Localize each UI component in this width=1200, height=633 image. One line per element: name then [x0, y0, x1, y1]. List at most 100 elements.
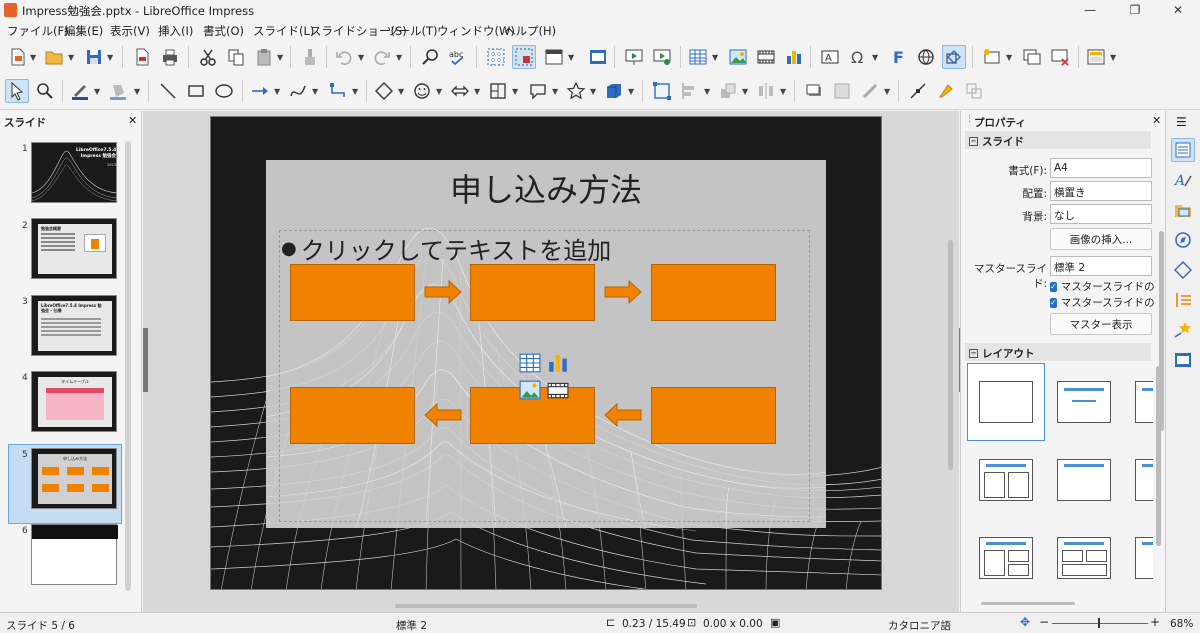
zoom-pan-icon[interactable] — [33, 79, 57, 103]
show-draw-functions-icon[interactable] — [942, 45, 966, 69]
basic-shapes-icon[interactable] — [372, 79, 396, 103]
start-first-slide-icon[interactable] — [622, 45, 646, 69]
filter-dropdown-icon[interactable]: ▼ — [884, 87, 890, 96]
zoom-slider[interactable] — [1052, 623, 1148, 624]
navigator-deck-icon[interactable] — [1171, 228, 1195, 252]
insert-media-icon[interactable] — [754, 45, 778, 69]
paste-icon[interactable] — [252, 45, 276, 69]
line-color-icon[interactable] — [68, 79, 92, 103]
left-arrow-shape[interactable] — [424, 403, 462, 427]
spelling-icon[interactable]: abc — [446, 45, 470, 69]
stars-icon[interactable] — [564, 79, 588, 103]
slide-thumbnail-1[interactable]: LibreOffice7.5.4 Impress 勉強会 2023 — [31, 142, 119, 203]
master-view-button[interactable]: マスター表示 — [1050, 313, 1152, 335]
redo-icon[interactable] — [370, 45, 394, 69]
insert-image-icon[interactable] — [726, 45, 750, 69]
connectors-dropdown-icon[interactable]: ▼ — [352, 87, 358, 96]
document-modified-icon[interactable]: ▣ — [770, 616, 780, 629]
filter-icon[interactable] — [858, 79, 882, 103]
slide-thumbnail-6[interactable] — [31, 524, 118, 585]
layout-title-two-content-alt[interactable] — [1123, 441, 1153, 519]
distribute-icon[interactable] — [754, 79, 778, 103]
layout-section-title[interactable]: − レイアウト — [969, 346, 1035, 361]
save-icon[interactable] — [82, 45, 106, 69]
slide-thumbnail-4[interactable]: タイムテーブル — [31, 371, 117, 432]
deck-scrollbar[interactable] — [1159, 231, 1164, 431]
slides-pane-close-icon[interactable]: ✕ — [128, 114, 137, 127]
curves-dropdown-icon[interactable]: ▼ — [312, 87, 318, 96]
lines-dropdown-icon[interactable]: ▼ — [274, 87, 280, 96]
styles-deck-icon[interactable]: A — [1171, 168, 1195, 192]
layout-two-content-title[interactable] — [1045, 519, 1123, 597]
align-objects-icon[interactable] — [678, 79, 702, 103]
redo-dropdown-icon[interactable]: ▼ — [396, 53, 402, 62]
lines-arrows-icon[interactable] — [248, 79, 272, 103]
flowchart-icon[interactable] — [486, 79, 510, 103]
content-placeholder-text[interactable]: ● クリックしてテキストを追加 — [281, 231, 611, 266]
properties-deck-icon[interactable] — [1171, 138, 1195, 162]
open-dropdown-icon[interactable]: ▼ — [68, 53, 74, 62]
curves-icon[interactable] — [286, 79, 310, 103]
insert-ellipse-icon[interactable] — [212, 79, 236, 103]
flow-step-box[interactable] — [290, 387, 415, 444]
layout-title-two-content[interactable] — [967, 441, 1045, 519]
current-slide[interactable]: 申し込み方法 ● クリックしてテキストを追加 — [210, 116, 882, 590]
clone-formatting-icon[interactable] — [298, 45, 322, 69]
views-dropdown-icon[interactable]: ▼ — [568, 53, 574, 62]
animation-deck-icon[interactable] — [1171, 318, 1195, 342]
export-pdf-icon[interactable] — [130, 45, 154, 69]
insert-rectangle-icon[interactable] — [184, 79, 208, 103]
menu-insert[interactable]: 挿入(I) — [158, 23, 193, 39]
fit-slide-icon[interactable]: ✥ — [1020, 615, 1030, 629]
menu-edit[interactable]: 編集(E) — [64, 23, 103, 39]
callout-shapes-icon[interactable] — [526, 79, 550, 103]
left-pane-collapse-handle[interactable] — [143, 328, 148, 392]
sidebar-hscrollbar[interactable] — [981, 602, 1075, 605]
fill-color-dropdown-icon[interactable]: ▼ — [134, 87, 140, 96]
table-dropdown-icon[interactable]: ▼ — [712, 53, 718, 62]
menu-help[interactable]: ヘルプ(H) — [504, 23, 556, 39]
block-arrows-dropdown-icon[interactable]: ▼ — [474, 87, 480, 96]
minimize-button[interactable]: — — [1068, 0, 1112, 20]
new-document-icon[interactable] — [6, 45, 30, 69]
master-background-checkbox[interactable]: ✓マスタースライドの背景 — [1050, 279, 1154, 294]
flowchart-dropdown-icon[interactable]: ▼ — [512, 87, 518, 96]
sidebar-menu-icon[interactable]: ☰ — [1176, 115, 1187, 129]
display-views-icon[interactable] — [542, 45, 566, 69]
basic-shapes-dropdown-icon[interactable]: ▼ — [398, 87, 404, 96]
slides-scrollbar[interactable] — [125, 141, 131, 591]
arrange-icon[interactable] — [716, 79, 740, 103]
format-select[interactable]: A4 — [1050, 158, 1152, 178]
insert-video-icon[interactable] — [547, 379, 569, 401]
slide-transition-deck-icon[interactable] — [1171, 288, 1195, 312]
table-icon[interactable] — [686, 45, 710, 69]
insert-textbox-icon[interactable]: A — [818, 45, 842, 69]
menu-slide[interactable]: スライド(L) — [253, 23, 314, 39]
fontwork-icon[interactable]: F — [886, 45, 910, 69]
shadow-icon[interactable] — [802, 79, 826, 103]
start-current-slide-icon[interactable] — [650, 45, 674, 69]
hyperlink-icon[interactable] — [914, 45, 938, 69]
symbol-shapes-icon[interactable] — [410, 79, 434, 103]
menu-file[interactable]: ファイル(F) — [7, 23, 69, 39]
background-select[interactable]: なし — [1050, 204, 1152, 224]
delete-slide-icon[interactable] — [1048, 45, 1072, 69]
master-name-status[interactable]: 標準 2 — [396, 618, 427, 633]
horizontal-scrollbar[interactable] — [395, 604, 697, 608]
insert-chart-icon[interactable] — [782, 45, 806, 69]
left-arrow-shape[interactable] — [604, 403, 642, 427]
insert-chart-icon[interactable] — [547, 352, 569, 374]
slide-title[interactable]: 申し込み方法 — [266, 165, 826, 211]
close-window-button[interactable]: ✕ — [1156, 0, 1200, 20]
layout-four-content[interactable] — [1123, 519, 1153, 597]
points-icon[interactable] — [650, 79, 674, 103]
arrange-dropdown-icon[interactable]: ▼ — [742, 87, 748, 96]
language-status[interactable]: カタロニア語 — [888, 618, 951, 633]
new-slide-icon[interactable] — [980, 45, 1004, 69]
properties-close-icon[interactable]: ✕ — [1152, 114, 1161, 127]
save-dropdown-icon[interactable]: ▼ — [107, 53, 113, 62]
glue-points-icon[interactable] — [934, 79, 958, 103]
insert-line-icon[interactable] — [156, 79, 180, 103]
new-slide-dropdown-icon[interactable]: ▼ — [1006, 53, 1012, 62]
line-color-dropdown-icon[interactable]: ▼ — [94, 87, 100, 96]
